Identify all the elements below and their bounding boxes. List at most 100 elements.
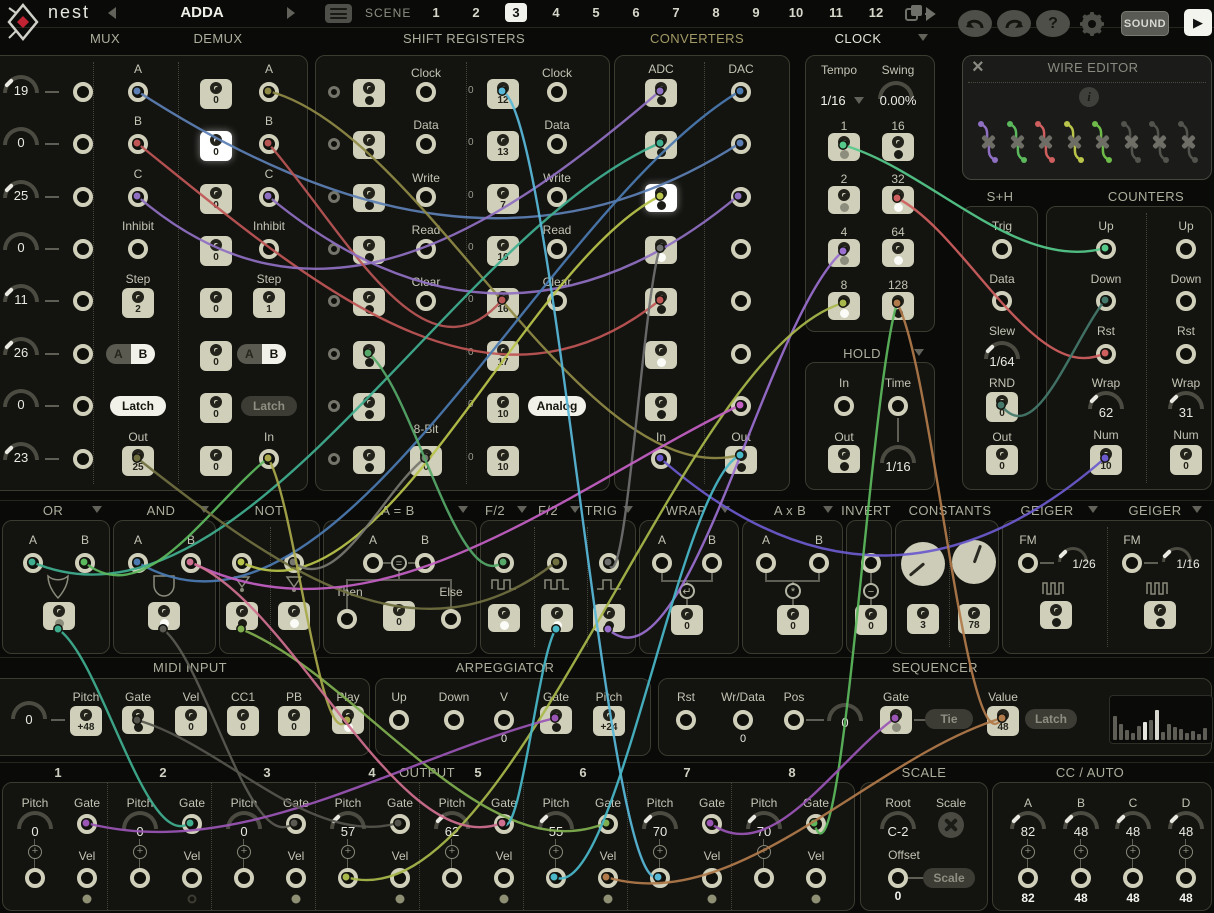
cc-offset-icon[interactable]: + [1126, 845, 1140, 859]
channel-vel-jack[interactable] [494, 868, 514, 888]
clock-division-socket[interactable] [828, 239, 860, 267]
sr1-8bit-socket[interactable]: 0 [410, 446, 442, 476]
sr2-analog-button[interactable]: Analog [528, 396, 586, 416]
demux-socket[interactable]: 0 [200, 184, 232, 214]
trig-out-socket[interactable] [593, 604, 625, 632]
midi-port-socket[interactable] [332, 706, 364, 734]
or-out-socket[interactable] [43, 602, 75, 630]
sr1-socket[interactable] [353, 131, 385, 159]
clock-division-socket[interactable] [882, 292, 914, 320]
cc-jack[interactable] [1071, 868, 1091, 888]
aeb-out-socket[interactable]: 0 [383, 601, 415, 631]
io-jack[interactable] [73, 396, 93, 416]
scene-number[interactable]: 7 [665, 3, 687, 22]
f2a-dropdown-arrow[interactable] [517, 506, 527, 513]
scene-number[interactable]: 8 [705, 3, 727, 22]
transpose-icon[interactable]: + [341, 845, 355, 859]
f2b-in-jack[interactable] [547, 553, 567, 573]
channel-pitch-jack[interactable] [650, 868, 670, 888]
demux-c-jack[interactable] [259, 187, 279, 207]
sr1-in-jack[interactable] [328, 348, 340, 360]
transpose-icon[interactable]: + [28, 845, 42, 859]
wire-delete-icon[interactable] [1033, 118, 1057, 166]
dac-jack[interactable] [731, 134, 751, 154]
clock-division-socket[interactable] [882, 239, 914, 267]
adc-socket[interactable] [645, 131, 677, 159]
adc-socket[interactable] [645, 79, 677, 107]
scale-tools-icon[interactable] [938, 812, 964, 838]
transpose-icon[interactable]: + [653, 845, 667, 859]
adc-socket[interactable] [645, 341, 677, 369]
demux-in-jack[interactable] [259, 449, 279, 469]
and-a-jack[interactable] [128, 553, 148, 573]
adc-socket[interactable] [645, 393, 677, 421]
scene-number[interactable]: 11 [825, 3, 847, 22]
sr1-socket[interactable] [353, 288, 385, 316]
channel-pitch-jack[interactable] [546, 868, 566, 888]
wrap-dropdown-arrow[interactable] [720, 506, 730, 513]
geiger1-dropdown-arrow[interactable] [1088, 506, 1098, 513]
sr1-port-jack[interactable] [416, 291, 436, 311]
patch-list-icon[interactable] [325, 4, 352, 23]
dac-jack[interactable] [731, 239, 751, 259]
channel-gate-jack[interactable] [390, 814, 410, 834]
adc-socket[interactable] [645, 184, 677, 212]
mux-c-jack[interactable] [128, 187, 148, 207]
mux-latch-button[interactable]: Latch [110, 396, 166, 416]
channel-vel-jack[interactable] [77, 868, 97, 888]
or-b-jack[interactable] [75, 553, 95, 573]
channel-vel-jack[interactable] [286, 868, 306, 888]
midi-port-socket[interactable]: 0 [278, 706, 310, 736]
channel-gate-jack[interactable] [598, 814, 618, 834]
not1-in-jack[interactable] [232, 553, 252, 573]
channel-pitch-jack[interactable] [442, 868, 462, 888]
sr2-socket[interactable]: 16 [487, 236, 519, 266]
scale-mode-button[interactable]: Scale [923, 868, 975, 888]
sr2-socket[interactable]: 10 [487, 446, 519, 476]
f2b-dropdown-arrow[interactable] [570, 506, 580, 513]
scene-number[interactable]: 5 [585, 3, 607, 22]
and-b-jack[interactable] [181, 553, 201, 573]
demux-socket[interactable]: 0 [200, 236, 232, 266]
clock-division-socket[interactable] [828, 292, 860, 320]
hold-out-socket[interactable] [828, 445, 860, 473]
aeb-else-jack[interactable] [441, 609, 461, 629]
hold-dropdown-arrow[interactable] [914, 349, 924, 356]
wire-delete-icon[interactable] [1119, 118, 1143, 166]
dac-jack[interactable] [731, 344, 751, 364]
arp-v-jack[interactable] [494, 710, 514, 730]
demux-socket[interactable]: 0 [200, 79, 232, 109]
f2a-out-socket[interactable] [488, 604, 520, 632]
sr1-socket[interactable] [353, 446, 385, 474]
aeb-dropdown-arrow[interactable] [458, 506, 468, 513]
mux-b-jack[interactable] [128, 134, 148, 154]
counter-up-jack[interactable] [1096, 239, 1116, 259]
wire-delete-icon[interactable] [1005, 118, 1029, 166]
aeb-a-jack[interactable] [363, 553, 383, 573]
wire-delete-icon[interactable] [1090, 118, 1114, 166]
channel-vel-jack[interactable] [702, 868, 722, 888]
counter-num-socket[interactable]: 0 [1170, 445, 1202, 475]
counter-num-socket[interactable]: 10 [1090, 445, 1122, 475]
arp-up-jack[interactable] [389, 710, 409, 730]
cc-jack[interactable] [1018, 868, 1038, 888]
demux-step-socket[interactable]: 1 [253, 288, 285, 318]
wrap-b-jack[interactable] [702, 553, 722, 573]
hold-time-jack[interactable] [888, 396, 908, 416]
transpose-icon[interactable]: + [237, 845, 251, 859]
wire-delete-icon[interactable] [1147, 118, 1171, 166]
channel-gate-jack[interactable] [182, 814, 202, 834]
sr2-port-jack[interactable] [547, 291, 567, 311]
scene-number[interactable]: 10 [785, 3, 807, 22]
sr2-socket[interactable]: 17 [487, 341, 519, 371]
arp-gate-socket[interactable] [540, 706, 572, 734]
adc-in-jack[interactable] [651, 449, 671, 469]
dac-jack[interactable] [731, 396, 751, 416]
adc-socket[interactable] [645, 236, 677, 264]
axb-a-jack[interactable] [756, 553, 776, 573]
tempo-value[interactable]: 1/16 [820, 93, 845, 108]
sr2-port-jack[interactable] [547, 134, 567, 154]
midi-port-socket[interactable]: +48 [70, 706, 102, 736]
geiger2-out-socket[interactable] [1144, 601, 1176, 629]
counter-down-jack[interactable] [1096, 291, 1116, 311]
